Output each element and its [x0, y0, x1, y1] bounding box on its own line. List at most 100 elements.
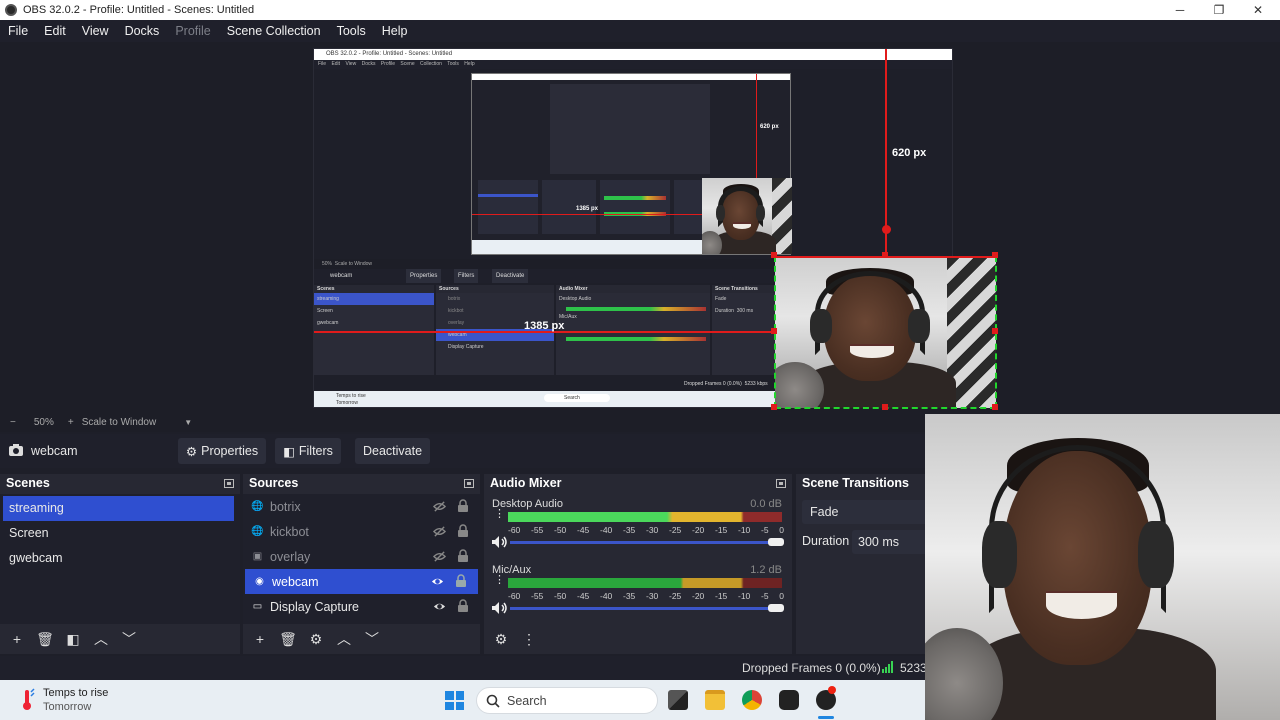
- tick: -40: [600, 591, 613, 601]
- properties-button[interactable]: ⚙ Properties: [178, 438, 266, 464]
- chevron-down-icon[interactable]: ▼: [184, 418, 192, 427]
- source-item-webcam[interactable]: ◉ webcam: [245, 569, 478, 594]
- move-down-icon[interactable]: ﹀: [118, 629, 140, 649]
- volume-slider-handle[interactable]: [768, 538, 784, 546]
- tick: -30: [646, 591, 659, 601]
- trash-icon[interactable]: 🗑: [34, 631, 56, 648]
- resize-handle-l[interactable]: [771, 328, 777, 334]
- filter-icon[interactable]: ◧: [62, 631, 84, 648]
- menu-docks[interactable]: Docks: [117, 24, 168, 38]
- source-item-display-capture[interactable]: ▭ Display Capture: [243, 594, 480, 619]
- undock-icon[interactable]: [776, 478, 786, 488]
- resize-handle-br[interactable]: [992, 404, 998, 410]
- kebab-icon[interactable]: ⋮: [494, 509, 505, 526]
- resize-handle-tl[interactable]: [771, 252, 777, 258]
- resize-handle-t[interactable]: [882, 252, 888, 258]
- gear-icon[interactable]: ⚙: [305, 631, 327, 648]
- lock-icon[interactable]: [458, 499, 468, 512]
- mixer-body: Desktop Audio 0.0 dB ⋮ -60 -55 -50 -45 -40 -3…: [484, 494, 792, 624]
- add-icon[interactable]: +: [6, 631, 28, 647]
- thermometer-icon[interactable]: [18, 688, 36, 712]
- weather-line2[interactable]: Tomorrow: [43, 701, 91, 713]
- mixer-header: Audio Mixer: [490, 476, 562, 490]
- lock-icon[interactable]: [458, 549, 468, 562]
- undock-icon[interactable]: [464, 478, 474, 488]
- lock-icon[interactable]: [458, 599, 468, 612]
- taskbar-search[interactable]: Search: [476, 687, 658, 714]
- source-item-overlay[interactable]: ▣ overlay: [243, 544, 480, 569]
- volume-slider[interactable]: [510, 541, 778, 544]
- nested-guide-v: [756, 74, 757, 178]
- tick: -55: [531, 591, 544, 601]
- resize-handle-bl[interactable]: [771, 404, 777, 410]
- menu-scene-collection[interactable]: Scene Collection: [219, 24, 329, 38]
- chrome-icon[interactable]: [742, 690, 762, 710]
- eye-icon[interactable]: [433, 600, 446, 613]
- speaker-icon[interactable]: [492, 536, 508, 548]
- scale-mode-select[interactable]: Scale to Window: [82, 417, 156, 428]
- nested-mic: Mic/Aux: [559, 314, 577, 320]
- tick: -5: [761, 525, 769, 535]
- kebab-icon[interactable]: ⋮: [494, 575, 505, 592]
- lock-icon[interactable]: [456, 574, 466, 587]
- tick: -10: [738, 591, 751, 601]
- tick: -60: [508, 591, 521, 601]
- menu-help[interactable]: Help: [374, 24, 416, 38]
- volume-slider[interactable]: [510, 607, 778, 610]
- resize-handle-tr[interactable]: [992, 252, 998, 258]
- preview-area[interactable]: OBS 32.0.2 - Profile: Untitled - Scenes:…: [0, 42, 1280, 412]
- eye-hidden-icon[interactable]: [433, 500, 446, 513]
- restore-button[interactable]: ❐: [1199, 0, 1239, 20]
- windows-start-icon[interactable]: [445, 691, 464, 710]
- weather-line1[interactable]: Temps to rise: [43, 687, 108, 699]
- source-item-kickbot[interactable]: 🌐 kickbot: [243, 519, 480, 544]
- scene-item-gwebcam[interactable]: gwebcam: [0, 546, 240, 571]
- move-up-icon[interactable]: ︿: [333, 629, 355, 649]
- advanced-audio-icon[interactable]: ⚙: [490, 631, 512, 648]
- zoom-out-button[interactable]: −: [10, 417, 16, 428]
- trash-icon[interactable]: 🗑: [277, 631, 299, 648]
- minimize-button[interactable]: ─: [1160, 0, 1200, 20]
- deactivate-button[interactable]: Deactivate: [355, 438, 430, 464]
- task-view-icon[interactable]: [668, 690, 688, 710]
- nested-sources-header: Sources: [436, 285, 554, 293]
- webcam-source-bounds[interactable]: [775, 256, 996, 408]
- source-item-botrix[interactable]: 🌐 botrix: [243, 494, 480, 519]
- nested-dropped: Dropped Frames 0 (0.0%): [684, 381, 742, 387]
- tick: -20: [692, 591, 705, 601]
- move-up-icon[interactable]: ︿: [90, 629, 112, 649]
- mixer-footer: ⚙ ⋮: [484, 624, 792, 654]
- speaker-icon[interactable]: [492, 602, 508, 614]
- eye-hidden-icon[interactable]: [433, 550, 446, 563]
- meter-ticks: -60 -55 -50 -45 -40 -35 -30 -25 -20 -15 -10 -5 0: [508, 591, 784, 601]
- resize-handle-b[interactable]: [882, 404, 888, 410]
- guide-endpoint: [882, 225, 891, 234]
- eye-icon[interactable]: [431, 575, 444, 588]
- nested-scene-2: Screen: [317, 308, 333, 314]
- menu-view[interactable]: View: [74, 24, 117, 38]
- menu-tools[interactable]: Tools: [329, 24, 374, 38]
- menu-file[interactable]: File: [0, 24, 36, 38]
- close-button[interactable]: ✕: [1238, 0, 1278, 20]
- filters-button[interactable]: ◧ Filters: [275, 438, 341, 464]
- camera-app-icon[interactable]: [779, 690, 799, 710]
- menu-edit[interactable]: Edit: [36, 24, 74, 38]
- zoom-in-button[interactable]: +: [68, 417, 74, 428]
- scene-item-streaming[interactable]: streaming: [3, 496, 234, 521]
- add-icon[interactable]: +: [249, 631, 271, 647]
- nested-kbps: 5233 kbps: [744, 381, 768, 387]
- tick: -45: [577, 525, 590, 535]
- move-down-icon[interactable]: ﹀: [361, 629, 383, 649]
- nested-scenes-dock: [478, 180, 538, 234]
- undock-icon[interactable]: [224, 478, 234, 488]
- volume-slider-handle[interactable]: [768, 604, 784, 612]
- nested-inner-preview: [550, 84, 710, 174]
- scene-item-screen[interactable]: Screen: [0, 521, 240, 546]
- tick: 0: [779, 591, 784, 601]
- kebab-icon[interactable]: ⋮: [518, 631, 540, 648]
- properties-label: Properties: [201, 444, 259, 458]
- resize-handle-r[interactable]: [992, 328, 998, 334]
- lock-icon[interactable]: [458, 524, 468, 537]
- eye-hidden-icon[interactable]: [433, 525, 446, 538]
- file-explorer-icon[interactable]: [705, 690, 725, 710]
